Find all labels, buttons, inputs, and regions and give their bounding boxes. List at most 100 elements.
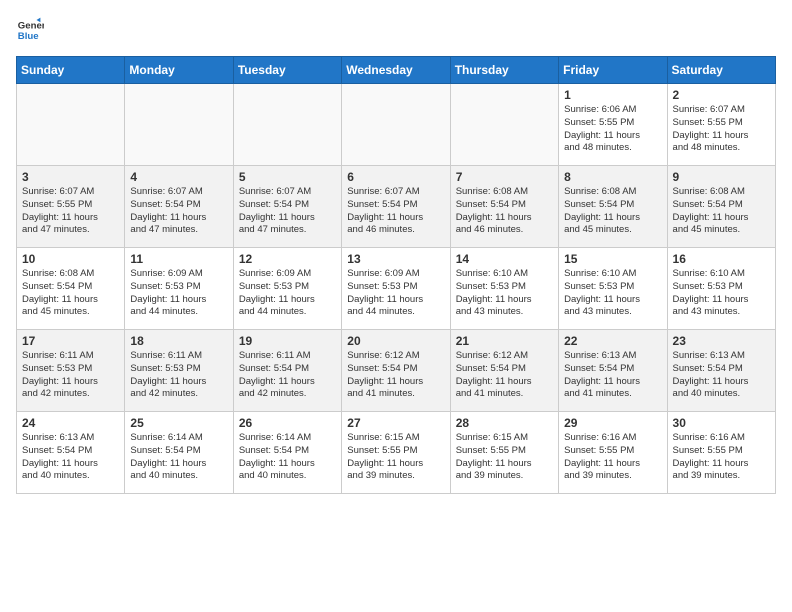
day-info: Sunrise: 6:11 AMSunset: 5:53 PMDaylight:…: [22, 350, 119, 401]
calendar-body: 1Sunrise: 6:06 AMSunset: 5:55 PMDaylight…: [17, 84, 776, 494]
calendar-cell: [17, 84, 125, 166]
day-number: 13: [347, 252, 444, 266]
calendar-cell: 29 Sunrise: 6:16 AMSunset: 5:55 PMDayligh…: [559, 412, 667, 494]
day-info: Sunrise: 6:07 AMSunset: 5:55 PMDaylight:…: [673, 104, 770, 155]
day-number: 30: [673, 416, 770, 430]
calendar-cell: 2 Sunrise: 6:07 AMSunset: 5:55 PMDaylight…: [667, 84, 775, 166]
calendar-cell: 8Sunrise: 6:08 AMSunset: 5:54 PMDaylight…: [559, 166, 667, 248]
weekday-header: Sunday: [17, 57, 125, 84]
day-info: Sunrise: 6:07 AMSunset: 5:55 PMDaylight:…: [22, 186, 119, 237]
day-number: 25: [130, 416, 227, 430]
day-info: Sunrise: 6:09 AMSunset: 5:53 PMDaylight:…: [130, 268, 227, 319]
calendar-cell: 12 Sunrise: 6:09 AMSunset: 5:53 PMDayligh…: [233, 248, 341, 330]
day-info: Sunrise: 6:11 AMSunset: 5:54 PMDaylight:…: [239, 350, 336, 401]
day-number: 29: [564, 416, 661, 430]
calendar-cell: 5 Sunrise: 6:07 AMSunset: 5:54 PMDaylight…: [233, 166, 341, 248]
weekday-header: Saturday: [667, 57, 775, 84]
calendar-cell: 14 Sunrise: 6:10 AMSunset: 5:53 PMDayligh…: [450, 248, 558, 330]
calendar-cell: 28 Sunrise: 6:15 AMSunset: 5:55 PMDayligh…: [450, 412, 558, 494]
day-number: 3: [22, 170, 119, 184]
day-number: 5: [239, 170, 336, 184]
day-info: Sunrise: 6:13 AMSunset: 5:54 PMDaylight:…: [673, 350, 770, 401]
day-number: 24: [22, 416, 119, 430]
day-info: Sunrise: 6:14 AMSunset: 5:54 PMDaylight:…: [239, 432, 336, 483]
day-info: Sunrise: 6:08 AMSunset: 5:54 PMDaylight:…: [673, 186, 770, 237]
day-info: Sunrise: 6:08 AMSunset: 5:54 PMDaylight:…: [22, 268, 119, 319]
calendar-cell: 9 Sunrise: 6:08 AMSunset: 5:54 PMDaylight…: [667, 166, 775, 248]
calendar-cell: 17 Sunrise: 6:11 AMSunset: 5:53 PMDayligh…: [17, 330, 125, 412]
day-number: 1: [564, 88, 661, 102]
day-info: Sunrise: 6:10 AMSunset: 5:53 PMDaylight:…: [673, 268, 770, 319]
day-number: 15: [564, 252, 661, 266]
calendar-week-row: 10 Sunrise: 6:08 AMSunset: 5:54 PMDayligh…: [17, 248, 776, 330]
day-info: Sunrise: 6:11 AMSunset: 5:53 PMDaylight:…: [130, 350, 227, 401]
day-number: 20: [347, 334, 444, 348]
calendar-cell: 20 Sunrise: 6:12 AMSunset: 5:54 PMDayligh…: [342, 330, 450, 412]
calendar-cell: 23 Sunrise: 6:13 AMSunset: 5:54 PMDayligh…: [667, 330, 775, 412]
day-number: 14: [456, 252, 553, 266]
calendar-cell: 13 Sunrise: 6:09 AMSunset: 5:53 PMDayligh…: [342, 248, 450, 330]
day-info: Sunrise: 6:08 AMSunset: 5:54 PMDaylight:…: [564, 186, 661, 237]
day-number: 23: [673, 334, 770, 348]
calendar-cell: 22 Sunrise: 6:13 AMSunset: 5:54 PMDayligh…: [559, 330, 667, 412]
page-header: General Blue: [16, 16, 776, 44]
calendar-cell: 4Sunrise: 6:07 AMSunset: 5:54 PMDaylight…: [125, 166, 233, 248]
day-number: 28: [456, 416, 553, 430]
calendar-week-row: 24 Sunrise: 6:13 AMSunset: 5:54 PMDayligh…: [17, 412, 776, 494]
day-number: 4: [130, 170, 227, 184]
calendar-cell: [233, 84, 341, 166]
day-info: Sunrise: 6:16 AMSunset: 5:55 PMDaylight:…: [673, 432, 770, 483]
day-info: Sunrise: 6:07 AMSunset: 5:54 PMDaylight:…: [239, 186, 336, 237]
day-number: 19: [239, 334, 336, 348]
day-number: 18: [130, 334, 227, 348]
day-number: 7: [456, 170, 553, 184]
logo: General Blue: [16, 16, 48, 44]
calendar-cell: 11 Sunrise: 6:09 AMSunset: 5:53 PMDayligh…: [125, 248, 233, 330]
logo-icon: General Blue: [16, 16, 44, 44]
day-number: 12: [239, 252, 336, 266]
day-number: 10: [22, 252, 119, 266]
day-info: Sunrise: 6:10 AMSunset: 5:53 PMDaylight:…: [456, 268, 553, 319]
day-number: 16: [673, 252, 770, 266]
day-info: Sunrise: 6:08 AMSunset: 5:54 PMDaylight:…: [456, 186, 553, 237]
calendar-cell: 6 Sunrise: 6:07 AMSunset: 5:54 PMDaylight…: [342, 166, 450, 248]
calendar-cell: 1Sunrise: 6:06 AMSunset: 5:55 PMDaylight…: [559, 84, 667, 166]
day-info: Sunrise: 6:09 AMSunset: 5:53 PMDaylight:…: [239, 268, 336, 319]
calendar-cell: 25 Sunrise: 6:14 AMSunset: 5:54 PMDayligh…: [125, 412, 233, 494]
day-info: Sunrise: 6:13 AMSunset: 5:54 PMDaylight:…: [564, 350, 661, 401]
day-info: Sunrise: 6:16 AMSunset: 5:55 PMDaylight:…: [564, 432, 661, 483]
calendar-cell: 10 Sunrise: 6:08 AMSunset: 5:54 PMDayligh…: [17, 248, 125, 330]
day-info: Sunrise: 6:15 AMSunset: 5:55 PMDaylight:…: [456, 432, 553, 483]
day-number: 6: [347, 170, 444, 184]
weekday-header: Friday: [559, 57, 667, 84]
svg-text:Blue: Blue: [18, 31, 39, 42]
calendar-cell: [342, 84, 450, 166]
calendar-week-row: 17 Sunrise: 6:11 AMSunset: 5:53 PMDayligh…: [17, 330, 776, 412]
day-info: Sunrise: 6:13 AMSunset: 5:54 PMDaylight:…: [22, 432, 119, 483]
weekday-header: Tuesday: [233, 57, 341, 84]
weekday-header: Monday: [125, 57, 233, 84]
day-info: Sunrise: 6:09 AMSunset: 5:53 PMDaylight:…: [347, 268, 444, 319]
calendar-week-row: 3 Sunrise: 6:07 AMSunset: 5:55 PMDaylight…: [17, 166, 776, 248]
calendar-cell: 21Sunrise: 6:12 AMSunset: 5:54 PMDayligh…: [450, 330, 558, 412]
weekday-row: SundayMondayTuesdayWednesdayThursdayFrid…: [17, 57, 776, 84]
calendar-cell: 3 Sunrise: 6:07 AMSunset: 5:55 PMDaylight…: [17, 166, 125, 248]
calendar-week-row: 1Sunrise: 6:06 AMSunset: 5:55 PMDaylight…: [17, 84, 776, 166]
calendar-cell: 24 Sunrise: 6:13 AMSunset: 5:54 PMDayligh…: [17, 412, 125, 494]
day-info: Sunrise: 6:12 AMSunset: 5:54 PMDaylight:…: [347, 350, 444, 401]
calendar-cell: 26Sunrise: 6:14 AMSunset: 5:54 PMDayligh…: [233, 412, 341, 494]
calendar-header: SundayMondayTuesdayWednesdayThursdayFrid…: [17, 57, 776, 84]
calendar-cell: [125, 84, 233, 166]
day-number: 11: [130, 252, 227, 266]
calendar-cell: 27Sunrise: 6:15 AMSunset: 5:55 PMDayligh…: [342, 412, 450, 494]
day-number: 22: [564, 334, 661, 348]
day-number: 2: [673, 88, 770, 102]
day-number: 17: [22, 334, 119, 348]
day-info: Sunrise: 6:07 AMSunset: 5:54 PMDaylight:…: [347, 186, 444, 237]
day-number: 9: [673, 170, 770, 184]
day-number: 21: [456, 334, 553, 348]
calendar-cell: 19 Sunrise: 6:11 AMSunset: 5:54 PMDayligh…: [233, 330, 341, 412]
calendar-cell: 7 Sunrise: 6:08 AMSunset: 5:54 PMDaylight…: [450, 166, 558, 248]
day-info: Sunrise: 6:14 AMSunset: 5:54 PMDaylight:…: [130, 432, 227, 483]
calendar-cell: 30 Sunrise: 6:16 AMSunset: 5:55 PMDayligh…: [667, 412, 775, 494]
